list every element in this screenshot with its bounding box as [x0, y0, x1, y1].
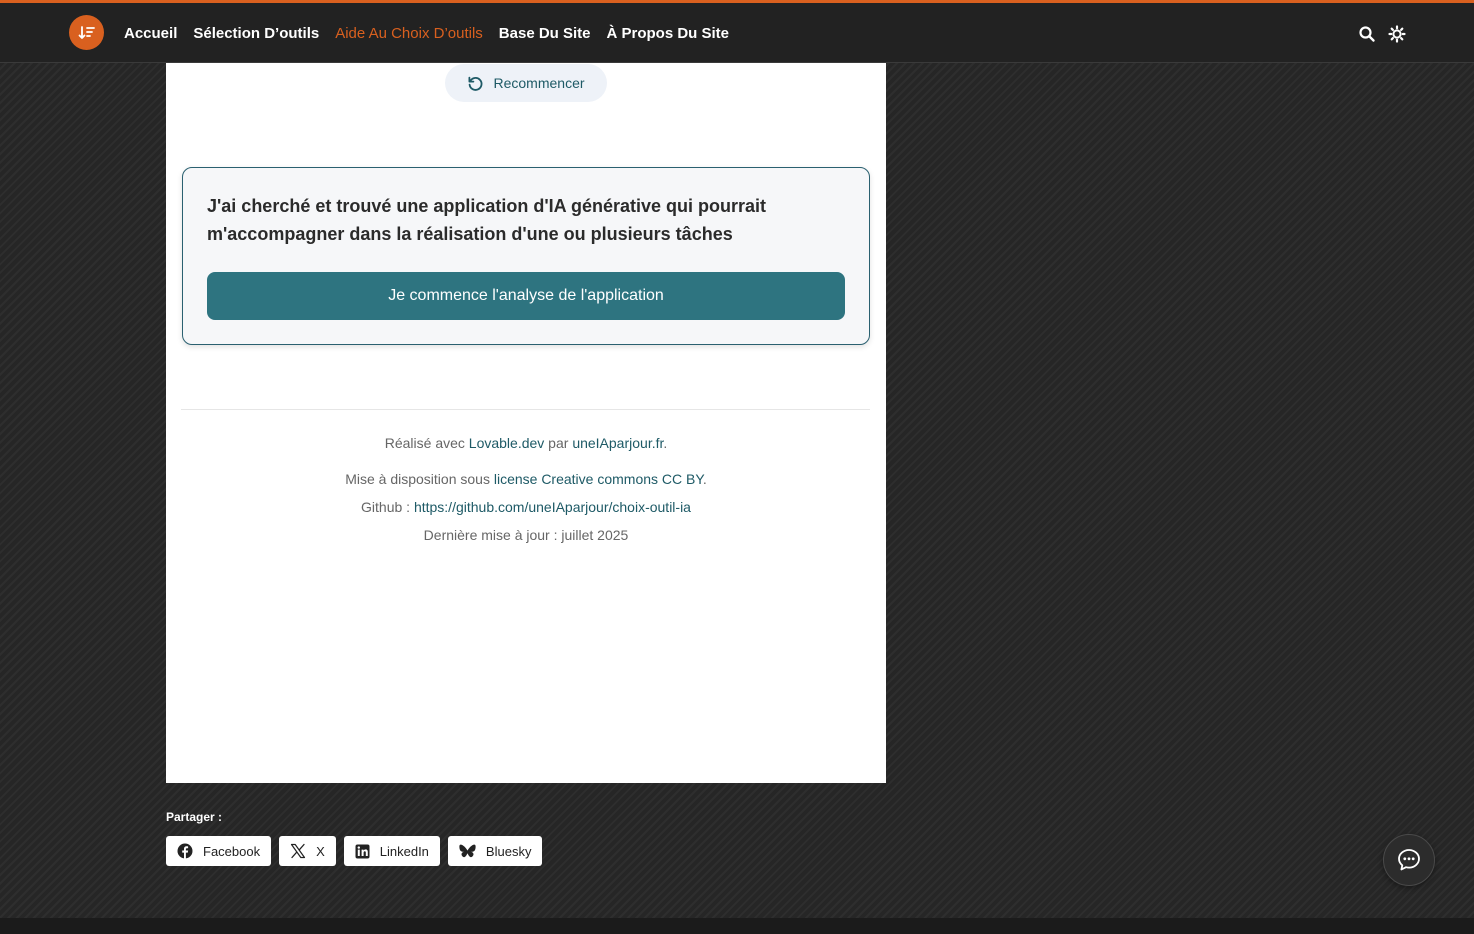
by-suffix: . — [663, 435, 668, 451]
last-update: Dernière mise à jour : juillet 2025 — [423, 527, 629, 543]
main-nav: Accueil Sélection D’outils Aide Au Choix… — [124, 3, 745, 63]
start-analysis-button[interactable]: Je commence l'analyse de l'application — [207, 272, 845, 320]
github-line: Github : https://github.com/uneIAparjour… — [166, 499, 886, 515]
license-prefix: Mise à disposition sous — [345, 471, 494, 487]
share-x-button[interactable]: X — [279, 836, 336, 866]
share-x-label: X — [316, 843, 325, 859]
share-buttons: Facebook X LinkedIn Bluesky — [166, 836, 550, 866]
sort-icon — [78, 25, 95, 39]
share-facebook-label: Facebook — [203, 843, 261, 859]
top-navbar: Accueil Sélection D’outils Aide Au Choix… — [0, 0, 1474, 63]
x-icon — [290, 843, 306, 859]
share-bluesky-label: Bluesky — [485, 843, 532, 859]
share-bluesky-button[interactable]: Bluesky — [447, 836, 543, 866]
share-facebook-button[interactable]: Facebook — [166, 836, 272, 866]
bottom-strip — [0, 918, 1474, 934]
lovable-link[interactable]: Lovable.dev — [469, 435, 545, 451]
nav-item-a-propos[interactable]: À Propos Du Site — [607, 25, 730, 42]
uneiaparjour-link[interactable]: uneIAparjour.fr — [572, 435, 663, 451]
linkedin-icon — [355, 844, 370, 858]
nav-item-aide-choix-outils[interactable]: Aide Au Choix D’outils — [335, 25, 483, 42]
search-icon[interactable] — [1358, 25, 1376, 43]
content-panel: Recommencer J'ai cherché et trouvé une a… — [166, 63, 886, 783]
footer-divider — [181, 409, 870, 410]
bluesky-icon — [459, 844, 476, 857]
license-suffix: . — [702, 471, 707, 487]
chat-button[interactable] — [1383, 834, 1435, 886]
restart-label: Recommencer — [493, 75, 585, 91]
theme-toggle-icon[interactable] — [1388, 25, 1406, 43]
restart-button[interactable]: Recommencer — [445, 64, 607, 102]
share-linkedin-button[interactable]: LinkedIn — [343, 836, 440, 866]
chat-bubble-icon — [1398, 849, 1420, 871]
nav-item-accueil[interactable]: Accueil — [124, 25, 177, 42]
github-link[interactable]: https://github.com/uneIAparjour/choix-ou… — [414, 499, 691, 515]
made-with-line: Réalisé avec Lovable.dev par uneIAparjou… — [166, 435, 886, 451]
made-with-prefix: Réalisé avec — [384, 435, 469, 451]
share-label: Partager : — [166, 810, 223, 824]
analysis-card: J'ai cherché et trouvé une application d… — [182, 167, 870, 345]
restart-icon — [468, 76, 483, 91]
by-text: par — [544, 435, 573, 451]
nav-item-base-site[interactable]: Base Du Site — [499, 25, 591, 42]
site-logo[interactable] — [69, 15, 104, 50]
github-prefix: Github : — [361, 499, 414, 515]
nav-item-selection-outils[interactable]: Sélection D’outils — [193, 25, 319, 42]
analysis-card-text: J'ai cherché et trouvé une application d… — [207, 196, 767, 244]
facebook-icon — [177, 843, 193, 859]
license-line: Mise à disposition sous license Creative… — [166, 471, 886, 487]
license-link[interactable]: license Creative commons CC BY — [494, 471, 703, 487]
share-linkedin-label: LinkedIn — [379, 843, 429, 859]
